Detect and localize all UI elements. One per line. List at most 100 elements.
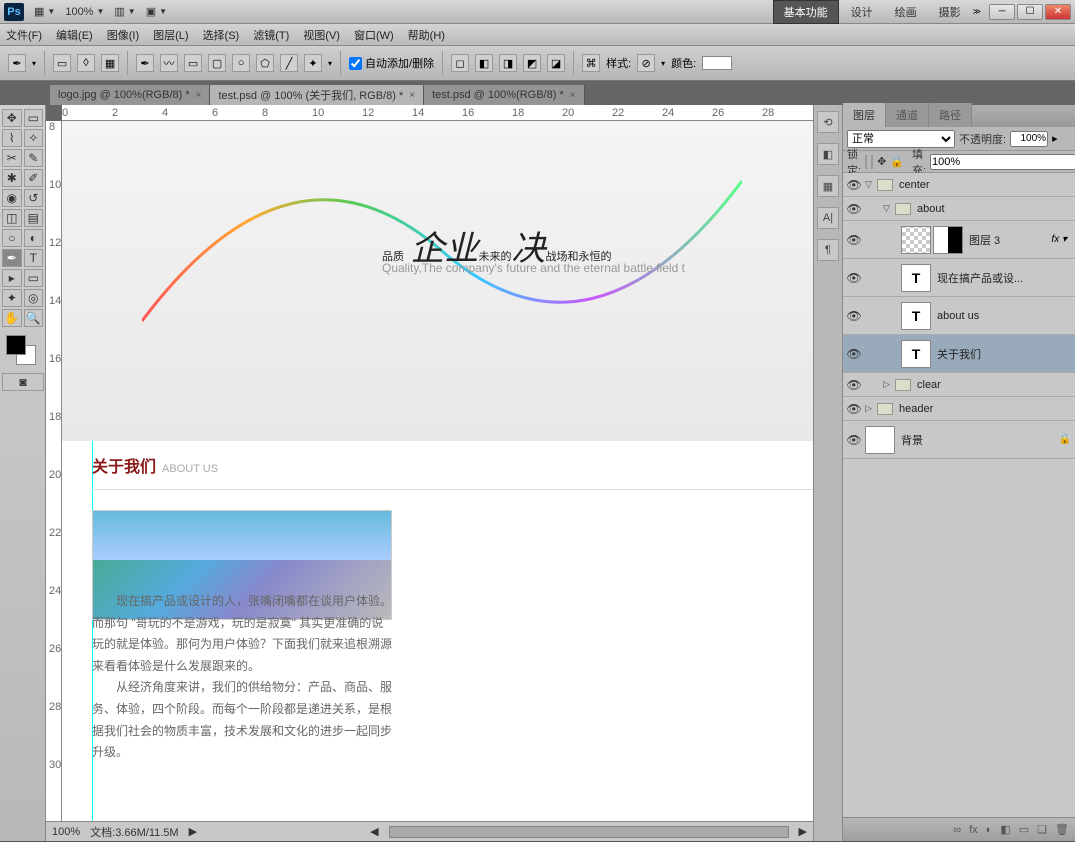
3d-camera-tool[interactable]: ◎ bbox=[24, 289, 44, 307]
healing-tool[interactable]: ✱ bbox=[2, 169, 22, 187]
layer-row[interactable]: 👁▷clear bbox=[843, 373, 1075, 397]
path-mode-shape[interactable]: ▭ bbox=[53, 54, 71, 72]
layer-thumb[interactable] bbox=[901, 226, 931, 254]
workspace-photo[interactable]: 摄影 bbox=[929, 1, 971, 23]
tool-preset-icon[interactable]: ✒ bbox=[8, 54, 26, 72]
menu-image[interactable]: 图像(I) bbox=[107, 27, 139, 43]
zoom-tool[interactable]: 🔍 bbox=[24, 309, 44, 327]
bg-thumb[interactable] bbox=[865, 426, 895, 454]
menu-window[interactable]: 窗口(W) bbox=[354, 27, 394, 43]
close-button[interactable]: ✕ bbox=[1045, 4, 1071, 20]
layer-row[interactable]: 👁▽about bbox=[843, 197, 1075, 221]
workspace-paint[interactable]: 绘画 bbox=[885, 1, 927, 23]
history-panel-icon[interactable]: ⟲ bbox=[817, 111, 839, 133]
adjustment-icon[interactable]: ◧ bbox=[1000, 823, 1010, 836]
path-mode-path[interactable]: ◊ bbox=[77, 54, 95, 72]
layer-name[interactable]: about us bbox=[937, 310, 1071, 322]
doc-tab-0[interactable]: logo.jpg @ 100%(RGB/8) *× bbox=[50, 85, 210, 105]
color-wells[interactable] bbox=[2, 333, 44, 371]
workspace-more[interactable]: ≫ bbox=[973, 7, 981, 16]
new-layer-icon[interactable]: ❏ bbox=[1037, 823, 1047, 836]
layer-name[interactable]: 关于我们 bbox=[937, 346, 1071, 362]
color-panel-icon[interactable]: ◧ bbox=[817, 143, 839, 165]
type-tool[interactable]: T bbox=[24, 249, 44, 267]
pen-tool[interactable]: ✒ bbox=[2, 249, 22, 267]
scroll-left[interactable]: ◀ bbox=[370, 825, 378, 838]
text-layer-icon[interactable]: T bbox=[901, 302, 931, 330]
path-op-intersect[interactable]: ◩ bbox=[523, 54, 541, 72]
hand-tool[interactable]: ✋ bbox=[2, 309, 22, 327]
visibility-icon[interactable]: 👁 bbox=[843, 347, 865, 361]
mask-thumb[interactable] bbox=[933, 226, 963, 254]
brush-tool[interactable]: ✐ bbox=[24, 169, 44, 187]
lasso-tool[interactable]: ⌇ bbox=[2, 129, 22, 147]
visibility-icon[interactable]: 👁 bbox=[843, 433, 865, 447]
text-layer-icon[interactable]: T bbox=[901, 264, 931, 292]
gradient-tool[interactable]: ▤ bbox=[24, 209, 44, 227]
link-layers-icon[interactable]: ∞ bbox=[953, 824, 961, 836]
tab-paths[interactable]: 路径 bbox=[929, 103, 972, 127]
visibility-icon[interactable]: 👁 bbox=[843, 271, 865, 285]
scroll-right[interactable]: ▶ bbox=[799, 825, 807, 838]
group-icon[interactable]: ▭ bbox=[1019, 823, 1029, 836]
status-arrow[interactable]: ▶ bbox=[189, 825, 197, 838]
disclosure-icon[interactable]: ▽ bbox=[865, 179, 877, 190]
text-layer-icon[interactable]: T bbox=[901, 340, 931, 368]
eraser-tool[interactable]: ◫ bbox=[2, 209, 22, 227]
bridge-icon[interactable]: ▦▼ bbox=[34, 5, 55, 18]
close-tab-icon[interactable]: × bbox=[196, 90, 202, 101]
fx-icon[interactable]: fx bbox=[969, 824, 978, 836]
layer-row[interactable]: 👁Tabout us bbox=[843, 297, 1075, 335]
swatches-panel-icon[interactable]: ▦ bbox=[817, 175, 839, 197]
blur-tool[interactable]: ○ bbox=[2, 229, 22, 247]
lock-all-icon[interactable]: 🔒 bbox=[890, 155, 904, 168]
ruler-vertical[interactable]: 81012141618202224262830 bbox=[46, 121, 62, 821]
mask-icon[interactable]: ◐ bbox=[986, 824, 993, 836]
color-swatch[interactable] bbox=[702, 56, 732, 70]
opacity-input[interactable] bbox=[1010, 131, 1048, 147]
maximize-button[interactable]: ☐ bbox=[1017, 4, 1043, 20]
doc-tab-1[interactable]: test.psd @ 100% (关于我们, RGB/8) *× bbox=[210, 85, 424, 105]
visibility-icon[interactable]: 👁 bbox=[843, 402, 865, 416]
disclosure-icon[interactable]: ▷ bbox=[865, 403, 877, 414]
layer-name[interactable]: header bbox=[899, 403, 1071, 415]
layer-name[interactable]: center bbox=[899, 179, 1071, 191]
workspace-design[interactable]: 设计 bbox=[841, 1, 883, 23]
opacity-flyout[interactable]: ▸ bbox=[1052, 132, 1058, 145]
layer-row[interactable]: 👁T现在搞产品或设... bbox=[843, 259, 1075, 297]
move-tool[interactable]: ✥ bbox=[2, 109, 22, 127]
menu-filter[interactable]: 滤镜(T) bbox=[253, 27, 289, 43]
marquee-tool[interactable]: ▭ bbox=[24, 109, 44, 127]
canvas[interactable]: 品质 企业未来的决战场和永恒的 Quality,The company's fu… bbox=[62, 121, 813, 821]
rounded-rect-icon[interactable]: ▢ bbox=[208, 54, 226, 72]
3d-tool[interactable]: ✦ bbox=[2, 289, 22, 307]
visibility-icon[interactable]: 👁 bbox=[843, 378, 865, 392]
layer-row[interactable]: 👁▽center bbox=[843, 173, 1075, 197]
disclosure-icon[interactable]: ▷ bbox=[883, 379, 895, 390]
lock-transparency-icon[interactable] bbox=[865, 155, 867, 169]
polygon-icon[interactable]: ⬠ bbox=[256, 54, 274, 72]
dodge-tool[interactable]: ◐ bbox=[24, 229, 44, 247]
path-op-exclude[interactable]: ◪ bbox=[547, 54, 565, 72]
freeform-pen-icon[interactable]: 〰 bbox=[160, 54, 178, 72]
rect-icon[interactable]: ▭ bbox=[184, 54, 202, 72]
layer-row[interactable]: 👁 T 关于我们 bbox=[843, 335, 1075, 373]
path-select-tool[interactable]: ▸ bbox=[2, 269, 22, 287]
fill-input[interactable] bbox=[930, 154, 1075, 170]
layer-row[interactable]: 👁▷ header bbox=[843, 397, 1075, 421]
disclosure-icon[interactable]: ▽ bbox=[883, 203, 895, 214]
layer-row[interactable]: 👁背景🔒 bbox=[843, 421, 1075, 459]
menu-layer[interactable]: 图层(L) bbox=[153, 27, 188, 43]
lock-position-icon[interactable]: ✥ bbox=[877, 155, 886, 168]
layer-name[interactable]: 图层 3 bbox=[969, 232, 1051, 248]
visibility-icon[interactable]: 👁 bbox=[843, 202, 865, 216]
path-op-add[interactable]: ◧ bbox=[475, 54, 493, 72]
crop-tool[interactable]: ✂ bbox=[2, 149, 22, 167]
path-mode-fill[interactable]: ▦ bbox=[101, 54, 119, 72]
h-scrollbar[interactable] bbox=[389, 826, 789, 838]
tab-channels[interactable]: 通道 bbox=[886, 103, 929, 127]
minimize-button[interactable]: ─ bbox=[989, 4, 1015, 20]
line-icon[interactable]: ╱ bbox=[280, 54, 298, 72]
status-docsize[interactable]: 文档:3.66M/11.5M bbox=[90, 824, 178, 840]
menu-file[interactable]: 文件(F) bbox=[6, 27, 42, 43]
